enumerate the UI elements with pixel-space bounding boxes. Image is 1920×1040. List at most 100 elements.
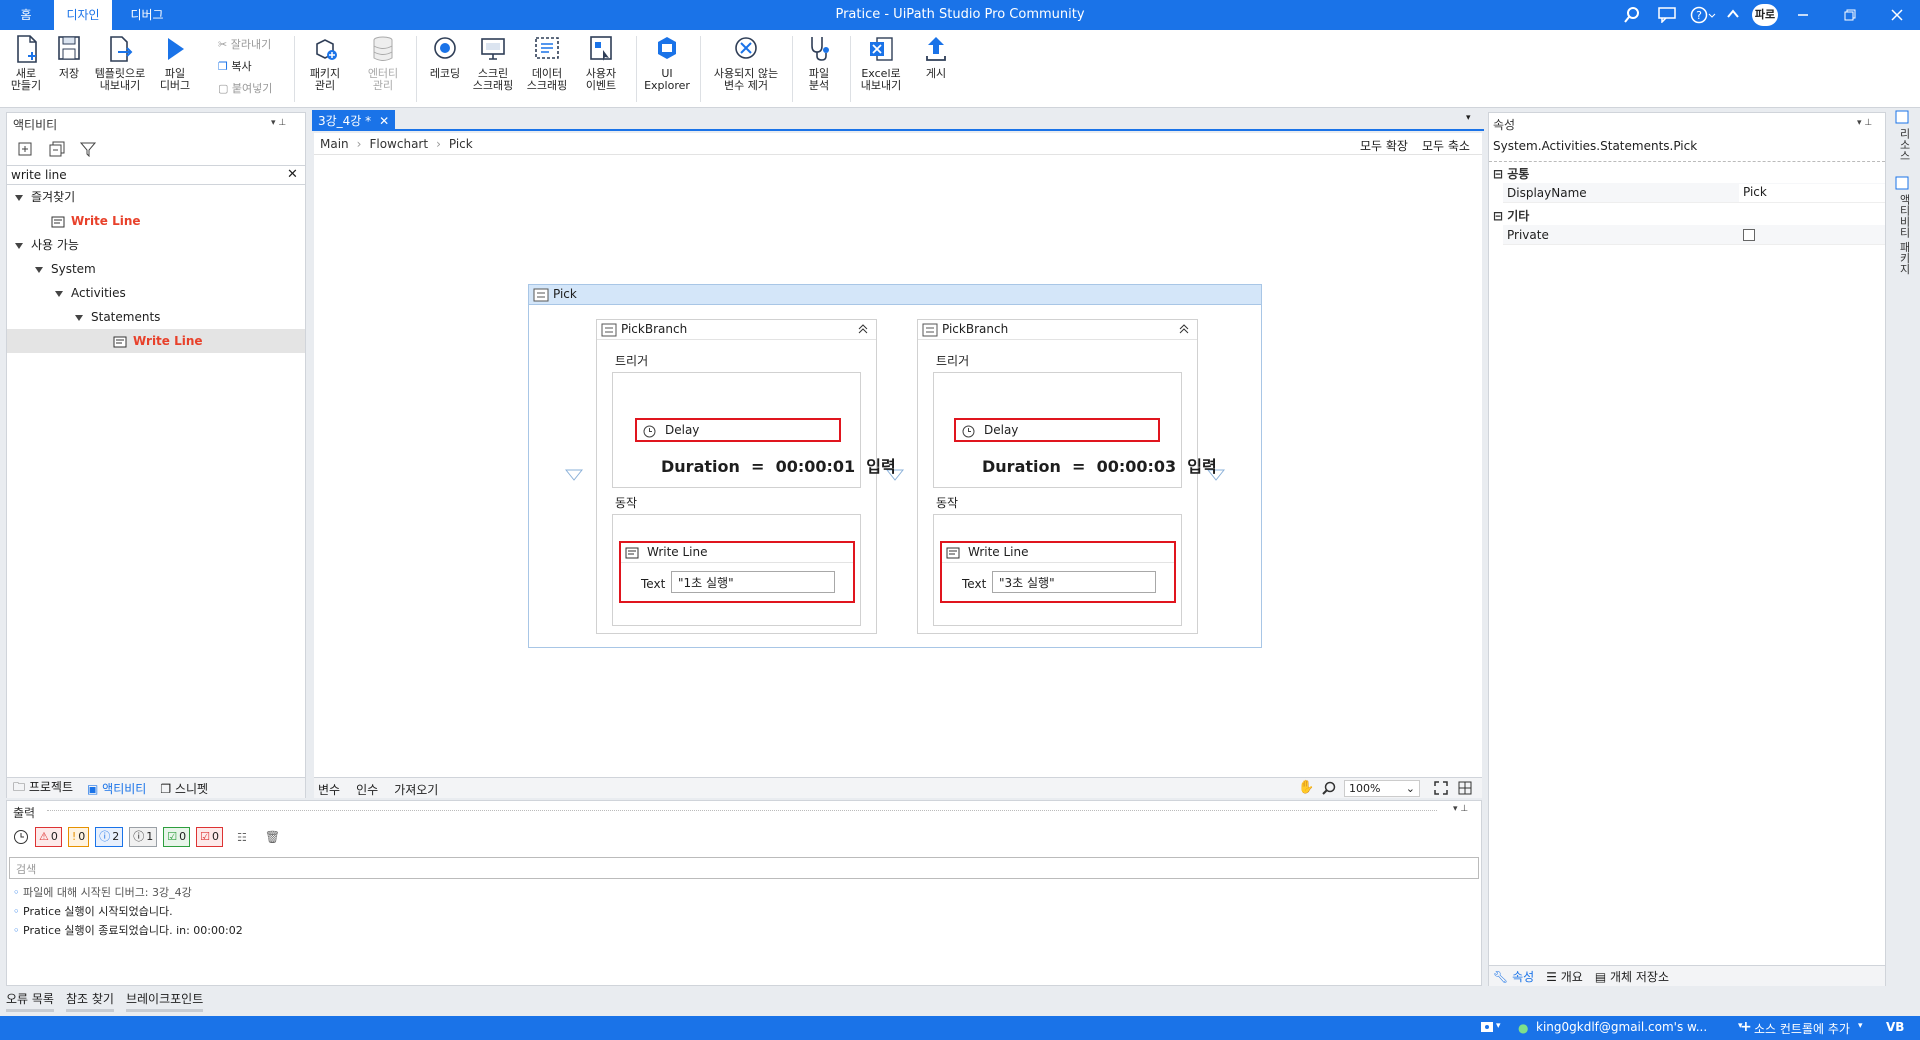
write-line-activity[interactable]: Write Line Text "3초 실행" xyxy=(940,541,1176,603)
breadcrumb-flowchart[interactable]: Flowchart xyxy=(369,137,428,151)
pick-branch-header[interactable]: PickBranch xyxy=(597,320,876,340)
action-drop-area[interactable]: Write Line Text "1초 실행" xyxy=(612,514,861,626)
pick-activity[interactable]: Pick PickBranch 트리거 Delay Duration = 00:… xyxy=(528,284,1262,648)
write-line-header[interactable]: Write Line xyxy=(942,543,1174,563)
orchestrator-icon[interactable] xyxy=(1480,1020,1494,1034)
tab-variables[interactable]: 변수 xyxy=(318,781,340,798)
help-icon[interactable]: ? xyxy=(1690,6,1716,24)
collapse-ribbon-icon[interactable] xyxy=(1726,7,1740,21)
tree-node-system[interactable]: System xyxy=(7,257,305,281)
document-tab[interactable]: 3강_4강 * ✕ xyxy=(312,110,396,131)
expand-all-button[interactable]: 모두 확장 xyxy=(1360,137,1408,154)
pick-branch-header[interactable]: PickBranch xyxy=(918,320,1197,340)
save-button[interactable]: 저장 xyxy=(52,34,86,80)
tab-debug[interactable]: 디버그 xyxy=(120,0,174,30)
zoom-icon[interactable] xyxy=(1322,781,1336,795)
cut-button[interactable]: ✂ 잘라내기 xyxy=(218,36,271,52)
panel-menu-icon[interactable]: ▾ ⊥ xyxy=(1857,118,1872,128)
debug-file-button[interactable]: 파일 디버그 xyxy=(152,34,198,92)
rail-tab-activity-packages[interactable]: 액티비티 패키지 xyxy=(1896,194,1912,275)
tab-error-list[interactable]: 오류 목록 xyxy=(6,990,54,1012)
success-count-toggle[interactable]: ☑ 0 xyxy=(163,827,191,847)
add-source-control-button[interactable]: 소스 컨트롤에 추가 xyxy=(1754,1020,1850,1037)
fit-screen-icon[interactable] xyxy=(1434,781,1448,795)
tab-properties[interactable]: 🔧︎ 속성 xyxy=(1493,968,1534,985)
trace-count-toggle[interactable]: ⓘ 1 xyxy=(129,827,158,847)
text-field-input[interactable]: "3초 실행" xyxy=(992,571,1156,593)
ui-explorer-button[interactable]: UI Explorer xyxy=(642,34,692,92)
collapse-all-button[interactable]: 모두 축소 xyxy=(1422,137,1470,154)
designer-canvas[interactable]: Pick PickBranch 트리거 Delay Duration = 00:… xyxy=(314,155,1482,777)
text-field-input[interactable]: "1초 실행" xyxy=(671,571,835,593)
tab-arguments[interactable]: 인수 xyxy=(356,781,378,798)
tab-design[interactable]: 디자인 xyxy=(54,0,112,30)
tab-find-references[interactable]: 참조 찾기 xyxy=(65,990,114,1012)
clear-trash-icon[interactable]: 🗑︎ xyxy=(265,830,280,844)
category-common[interactable]: ⊟ 공통 xyxy=(1493,165,1529,182)
warning-count-toggle[interactable]: ! 0 xyxy=(67,827,90,847)
private-checkbox[interactable] xyxy=(1743,229,1755,241)
tree-node-statements[interactable]: Statements xyxy=(7,305,305,329)
screen-scraping-button[interactable]: 스크린 스크래핑 xyxy=(470,34,516,92)
search-icon[interactable] xyxy=(1624,7,1640,23)
tab-activities[interactable]: ▣ 액티비티 xyxy=(87,780,146,797)
list-options-icon[interactable]: ☷ xyxy=(237,831,247,844)
close-window-icon[interactable] xyxy=(1890,8,1904,22)
tree-node-available[interactable]: 사용 가능 xyxy=(7,233,305,257)
collapse-icon[interactable] xyxy=(857,323,869,335)
tab-imports[interactable]: 가져오기 xyxy=(394,781,438,798)
tab-outline[interactable]: ☰ 개요 xyxy=(1546,968,1583,985)
collapse-all-icon[interactable] xyxy=(49,141,67,157)
clock-icon[interactable] xyxy=(13,829,29,845)
drop-arrow-icon[interactable] xyxy=(565,469,583,481)
feedback-icon[interactable] xyxy=(1658,7,1676,23)
analyze-file-button[interactable]: 파일 분석 xyxy=(796,34,842,92)
export-template-button[interactable]: 템플릿으로 내보내기 xyxy=(90,34,150,92)
panel-menu-icon[interactable]: ▾ ⊥ xyxy=(271,118,286,128)
tree-node-write-line[interactable]: Write Line xyxy=(7,329,305,353)
breadcrumb-main[interactable]: Main xyxy=(320,137,349,151)
panel-menu-icon[interactable]: ▾ ⊥ xyxy=(1453,804,1468,814)
expand-all-icon[interactable] xyxy=(17,141,35,157)
chevron-down-icon[interactable]: ▾ xyxy=(1858,1021,1863,1031)
restore-icon[interactable] xyxy=(1843,8,1857,22)
filter-icon[interactable] xyxy=(79,141,97,157)
tree-node-activities[interactable]: Activities xyxy=(7,281,305,305)
tree-node-fav-write-line[interactable]: Write Line xyxy=(7,209,305,233)
breadcrumb-pick[interactable]: Pick xyxy=(449,137,473,151)
tab-breakpoints[interactable]: 브레이크포인트 xyxy=(125,990,204,1012)
new-button[interactable]: 새로 만들기 xyxy=(6,34,46,92)
delay-activity[interactable]: Delay xyxy=(635,418,841,442)
delay-activity[interactable]: Delay xyxy=(954,418,1160,442)
chevron-down-icon[interactable]: ▾ xyxy=(1496,1021,1501,1031)
tab-list-dropdown-icon[interactable]: ▾ xyxy=(1466,113,1471,123)
data-scraping-button[interactable]: 데이터 스크래핑 xyxy=(522,34,572,92)
displayname-input[interactable]: Pick xyxy=(1739,184,1885,202)
collapse-icon[interactable] xyxy=(1178,323,1190,335)
info-count-toggle[interactable]: ⓘ 2 xyxy=(95,827,124,847)
manage-packages-button[interactable]: 패키지 관리 xyxy=(302,34,348,92)
activities-search-box[interactable]: write line ✕ xyxy=(7,165,305,185)
failed-count-toggle[interactable]: ☑ 0 xyxy=(196,827,224,847)
pick-branch[interactable]: PickBranch 트리거 Delay Duration = 00:00:01… xyxy=(596,319,896,634)
pick-header[interactable]: Pick xyxy=(529,285,1261,305)
error-count-toggle[interactable]: ⚠ 0 xyxy=(35,827,62,847)
pan-hand-icon[interactable]: ✋ xyxy=(1298,780,1314,795)
category-misc[interactable]: ⊟ 기타 xyxy=(1493,207,1529,224)
publish-button[interactable]: 게시 xyxy=(916,34,956,80)
remove-unused-variables-button[interactable]: 사용되지 않는 변수 제거 xyxy=(708,34,784,92)
user-events-button[interactable]: 사용자 이벤트 xyxy=(576,34,626,92)
overview-icon[interactable] xyxy=(1458,781,1472,795)
trigger-drop-area[interactable]: Delay Duration = 00:00:01 입력 xyxy=(612,372,896,488)
close-tab-icon[interactable]: ✕ xyxy=(379,114,389,128)
paste-button[interactable]: ▢ 붙여넣기 xyxy=(218,80,272,96)
pick-branch[interactable]: PickBranch 트리거 Delay Duration = 00:00:03… xyxy=(917,319,1217,634)
copy-button[interactable]: ❐ 복사 xyxy=(218,58,252,74)
clear-search-icon[interactable]: ✕ xyxy=(287,167,298,182)
write-line-activity[interactable]: Write Line Text "1초 실행" xyxy=(619,541,855,603)
minimize-icon[interactable] xyxy=(1796,8,1810,22)
account-label[interactable]: king0gkdlf@gmail.com's w... xyxy=(1536,1020,1707,1034)
tab-snippets[interactable]: ❐ 스니펫 xyxy=(160,780,208,797)
tree-node-favorites[interactable]: 즐겨찾기 xyxy=(7,185,305,209)
zoom-select[interactable]: 100% ⌄ xyxy=(1344,780,1420,797)
